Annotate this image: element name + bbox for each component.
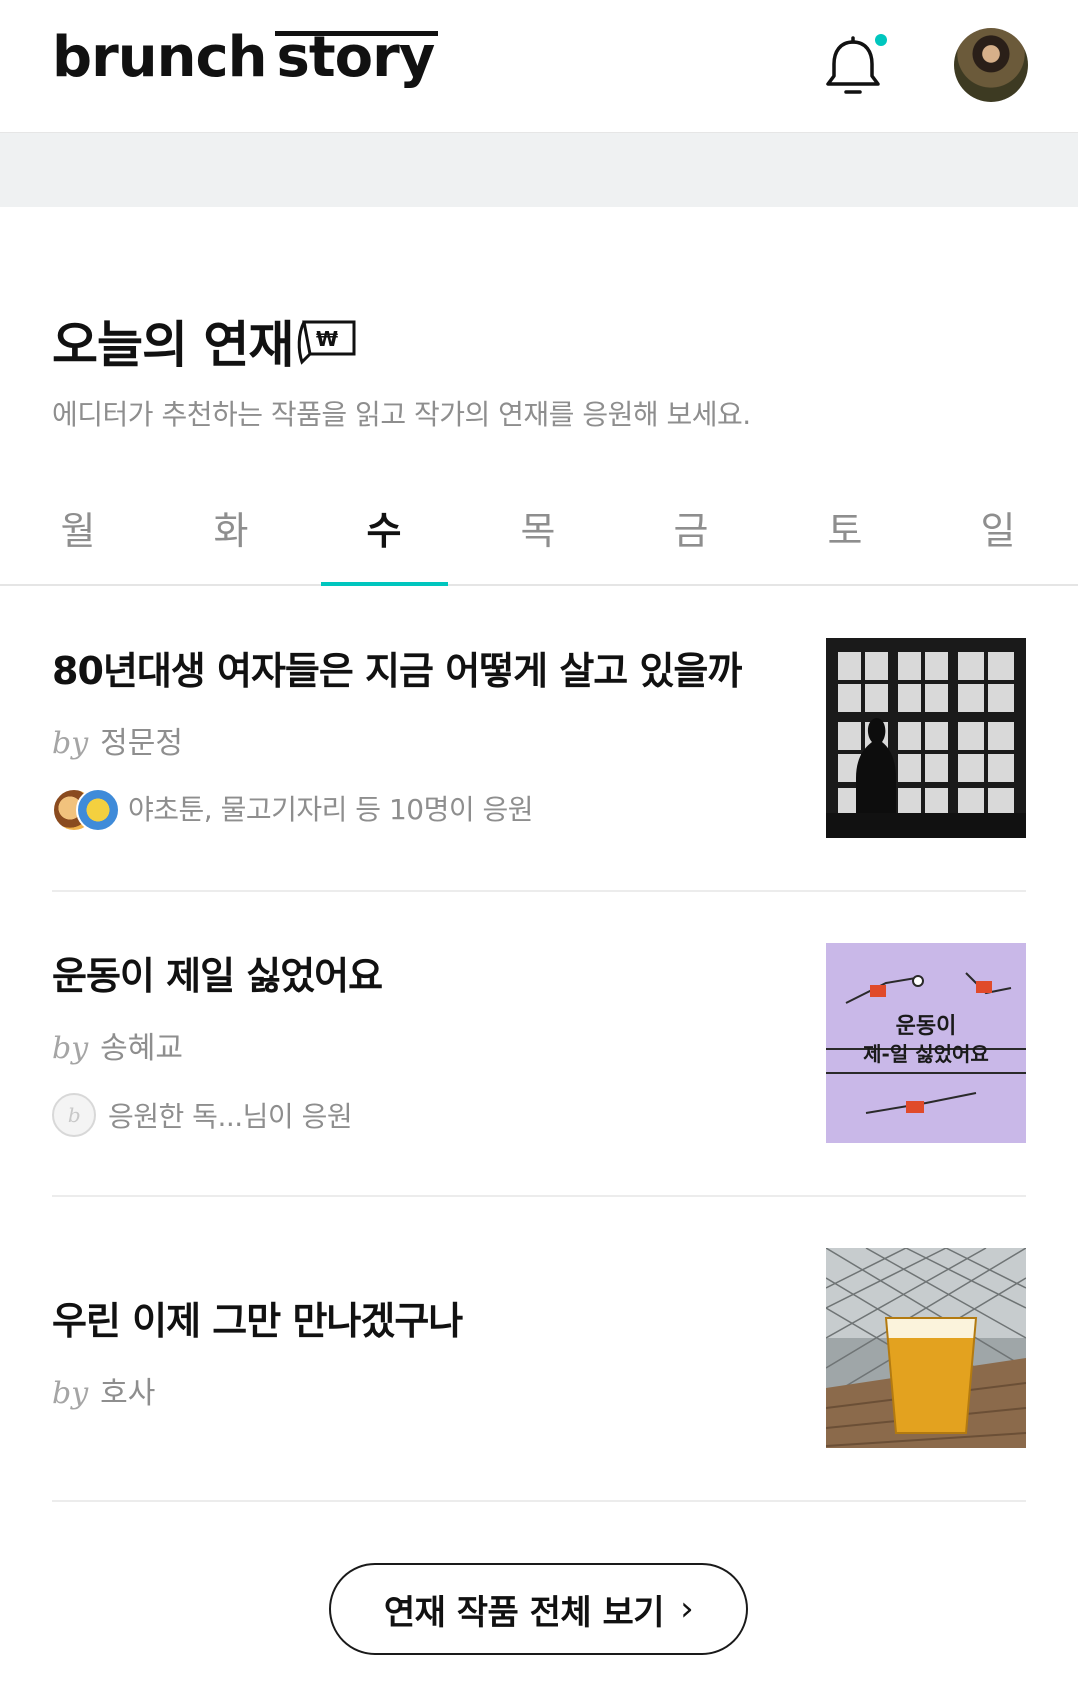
logo-word-brunch: brunch [52, 25, 267, 90]
tab-thu[interactable]: 목 [475, 500, 601, 555]
cheer-text: 응원한 독...님이 응원 [108, 1100, 353, 1133]
serial-item[interactable]: 우린 이제 그만 만나겠구나 by 호사 [52, 1198, 1026, 1502]
weekday-tabs: 월 화 수 목 금 토 일 [0, 480, 1078, 586]
cheer-avatar [76, 788, 120, 832]
tab-sun[interactable]: 일 [935, 500, 1061, 555]
svg-text:₩: ₩ [316, 327, 338, 351]
won-ticket-icon: ₩ [297, 320, 356, 365]
default-avatar-icon: b [52, 1093, 96, 1137]
thumbnail-title-line2: 제-일 싫었어요 [863, 1042, 989, 1066]
author-name[interactable]: 정문정 [100, 726, 183, 761]
by-label: by [52, 1031, 89, 1066]
item-author: by 호사 [52, 1368, 155, 1412]
tab-mon[interactable]: 월 [15, 500, 141, 555]
tab-sat[interactable]: 토 [782, 500, 908, 555]
section-title: 오늘의 연재 [52, 316, 294, 374]
item-author: by 송혜교 [52, 1023, 183, 1067]
item-title[interactable]: 우린 이제 그만 만나겠구나 [52, 1290, 463, 1345]
item-title[interactable]: 80년대생 여자들은 지금 어떻게 살고 있을까 [52, 640, 742, 695]
view-all-label: 연재 작품 전체 보기 [383, 1592, 665, 1633]
banner-area [0, 133, 1078, 207]
top-header: brunch story [0, 0, 1078, 133]
notification-dot [875, 34, 887, 46]
active-tab-indicator [321, 582, 448, 586]
cheer-avatars [52, 788, 120, 832]
view-all-serials-button[interactable]: 연재 작품 전체 보기 › [329, 1563, 748, 1655]
tab-fri[interactable]: 금 [628, 500, 754, 555]
item-thumbnail[interactable]: 운동이 제-일 싫었어요 [826, 943, 1026, 1143]
chevron-right-icon: › [680, 1589, 694, 1629]
item-title[interactable]: 운동이 제일 싫었어요 [52, 945, 383, 1000]
user-avatar[interactable] [954, 28, 1028, 102]
author-name[interactable]: 호사 [100, 1376, 155, 1411]
item-thumbnail[interactable] [826, 1248, 1026, 1448]
logo-word-story: story [276, 25, 436, 90]
item-cheer: 야초툰, 물고기자리 등 10명이 응원 [52, 788, 534, 832]
item-thumbnail[interactable] [826, 638, 1026, 838]
section-subtitle: 에디터가 추천하는 작품을 읽고 작가의 연재를 응원해 보세요. [52, 398, 751, 431]
cheer-text: 야초툰, 물고기자리 등 10명이 응원 [128, 793, 534, 826]
tab-wed[interactable]: 수 [321, 500, 447, 555]
serial-item[interactable]: 운동이 제일 싫었어요 by 송혜교 b 응원한 독...님이 응원 운동이 제-… [52, 893, 1026, 1197]
notification-bell-icon[interactable] [818, 32, 888, 102]
thumbnail-title-line1: 운동이 [896, 1014, 957, 1039]
by-label: by [52, 1376, 89, 1411]
tab-tue[interactable]: 화 [168, 500, 294, 555]
item-author: by 정문정 [52, 718, 183, 762]
by-label: by [52, 726, 89, 761]
serial-item[interactable]: 80년대생 여자들은 지금 어떻게 살고 있을까 by 정문정 야초툰, 물고기자… [52, 588, 1026, 892]
item-cheer: b 응원한 독...님이 응원 [52, 1093, 353, 1137]
author-name[interactable]: 송혜교 [100, 1031, 183, 1066]
brunch-story-logo[interactable]: brunch story [52, 30, 435, 86]
